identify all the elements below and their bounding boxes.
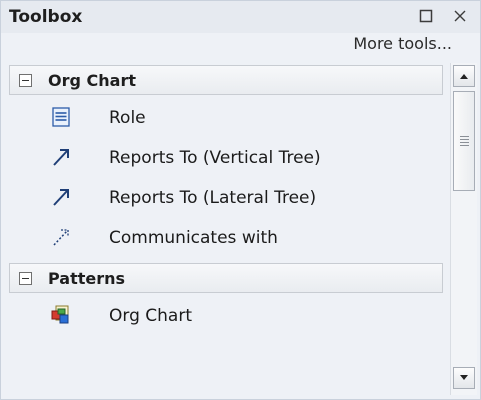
solid-arrow-icon [53, 149, 69, 166]
toolbox-panel: Toolbox More tools... Org Chart Role Rep… [0, 0, 481, 400]
panel-title: Toolbox [9, 7, 83, 27]
close-icon [454, 10, 466, 22]
category-patterns[interactable]: Patterns [9, 263, 443, 293]
grip-line [460, 142, 469, 143]
close-button[interactable] [449, 5, 471, 27]
grip-line [460, 145, 469, 146]
title-bar: Toolbox [1, 1, 480, 33]
category-label: Org Chart [48, 71, 136, 90]
grip-line [460, 139, 469, 140]
tool-label: Org Chart [109, 306, 192, 326]
collapse-icon[interactable] [19, 272, 32, 285]
collapse-icon[interactable] [19, 74, 32, 87]
tool-label: Reports To (Lateral Tree) [109, 188, 317, 208]
solid-arrow-icon [53, 189, 69, 206]
category-label: Patterns [48, 269, 126, 288]
scroll-down-button[interactable] [453, 367, 475, 389]
more-tools-link[interactable]: More tools... [353, 34, 452, 53]
category-org-chart[interactable]: Org Chart [9, 65, 443, 95]
tool-label: Reports To (Vertical Tree) [109, 148, 321, 168]
role-icon [52, 107, 70, 127]
tool-label: Communicates with [109, 228, 278, 248]
dashed-arrow-icon [53, 229, 69, 246]
org-chart-pattern-icon [51, 305, 69, 324]
grip-line [460, 136, 469, 137]
tool-label: Role [109, 108, 146, 128]
chevron-up-icon [460, 74, 468, 79]
scroll-up-button[interactable] [453, 65, 475, 87]
vertical-scrollbar[interactable] [450, 63, 477, 395]
chevron-down-icon [460, 375, 468, 380]
maximize-icon [419, 9, 433, 23]
maximize-button[interactable] [415, 5, 437, 27]
scrollbar-thumb[interactable] [453, 91, 475, 191]
